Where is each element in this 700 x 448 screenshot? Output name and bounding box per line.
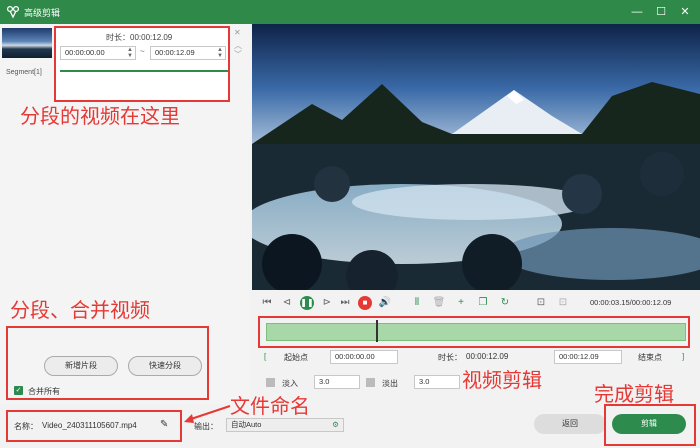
playback-controls: ⏮ ⊲ ❚❚ ⊳ ⏭ ■ 🔊 ⫴ 🗑 + ❐ ↻ ⊡ ⊡ 00:00:03.15… (252, 290, 700, 406)
fade-in-checkbox[interactable] (266, 378, 275, 387)
add-icon[interactable]: + (454, 296, 468, 310)
pause-button[interactable]: ❚❚ (300, 296, 314, 310)
annotation-segments-here: 分段的视频在这里 (20, 104, 180, 128)
set-end-button[interactable]: 结束点 (638, 352, 662, 363)
end-bracket-icon: ] (682, 352, 685, 361)
step-back-icon[interactable]: ⊲ (280, 296, 294, 310)
segment-range-bar (60, 70, 228, 72)
fade-in-value: 3.0 (319, 377, 330, 386)
playhead[interactable] (375, 320, 378, 342)
segment-editor: 时长：00:00:12.09 00:00:00.00 ▲ ▼ ~ 00:00:12… (54, 26, 230, 102)
video-frame-image (252, 24, 700, 290)
copy-icon[interactable]: ❐ (476, 296, 490, 310)
segment-start-field[interactable]: 00:00:00.00 ▲ ▼ (60, 46, 136, 60)
fade-out-label: 淡出 (382, 379, 398, 388)
mark-out-icon[interactable]: ⊡ (556, 296, 570, 310)
duration-value: 00:00:12.09 (466, 352, 509, 361)
add-segment-button[interactable]: 新增片段 (44, 356, 118, 376)
output-value: 自动Auto (231, 420, 262, 429)
merge-all-checkbox[interactable]: ✓ (14, 386, 23, 395)
time-separator: ~ (140, 47, 145, 56)
annotation-arrow-icon (184, 405, 231, 423)
segment-thumbnail[interactable] (2, 28, 52, 58)
fade-out-checkbox[interactable] (366, 378, 375, 387)
time-readout: 00:00:03.15/00:00:12.09 (590, 298, 672, 307)
set-start-button[interactable]: 起始点 (284, 352, 308, 363)
reset-icon[interactable]: ↻ (498, 296, 512, 310)
delete-icon[interactable]: 🗑 (432, 296, 446, 310)
segment-start-value: 00:00:00.00 (65, 48, 105, 57)
start-bracket-icon: [ (264, 352, 267, 361)
name-label: 名称： (14, 422, 38, 431)
minimize-button[interactable]: — (628, 3, 646, 21)
app-logo-icon (6, 5, 20, 19)
skip-end-icon[interactable]: ⏭ (338, 296, 352, 310)
segment-end-field[interactable]: 00:00:12.09 ▲ ▼ (150, 46, 226, 60)
annotation-finish-edit: 完成剪辑 (594, 382, 674, 406)
segment-duration: 时长：00:00:12.09 (106, 33, 173, 42)
annotation-file-naming: 文件命名 (230, 394, 310, 418)
duration-label: 时长： (438, 353, 462, 362)
fade-out-value: 3.0 (419, 377, 430, 386)
start-time-field[interactable]: 00:00:00.00 (330, 350, 398, 364)
file-name-value[interactable]: Video_240311105607.mp4 (42, 421, 137, 430)
stop-button[interactable]: ■ (358, 296, 372, 310)
skip-start-icon[interactable]: ⏮ (260, 296, 274, 310)
segment-label: Segment[1] (6, 69, 42, 76)
move-down-icon[interactable]: ﹀ (234, 49, 242, 60)
fade-out-field[interactable]: 3.0 (414, 375, 460, 389)
timeline-track[interactable] (266, 320, 686, 342)
fade-in-label: 淡入 (282, 379, 298, 388)
quick-split-button[interactable]: 快速分段 (128, 356, 202, 376)
stepper-icon[interactable]: ▲ ▼ (127, 47, 133, 59)
end-time-field[interactable]: 00:00:12.09 (554, 350, 622, 364)
maximize-button[interactable]: ☐ (652, 3, 670, 21)
segment-end-value: 00:00:12.09 (155, 48, 195, 57)
settings-gear-icon[interactable]: ⚙ (332, 419, 339, 431)
cut-button[interactable]: 剪辑 (612, 414, 686, 434)
stepper-icon[interactable]: ▲ ▼ (217, 47, 223, 59)
back-button[interactable]: 返回 (534, 414, 606, 434)
end-time-value: 00:00:12.09 (559, 352, 599, 361)
annotation-video-edit: 视频剪辑 (462, 368, 542, 392)
annotation-split-merge: 分段、合并视频 (10, 298, 150, 322)
start-time-value: 00:00:00.00 (335, 352, 375, 361)
split-icon[interactable]: ⫴ (410, 296, 424, 310)
merge-all-label: 合并所有 (28, 387, 60, 396)
edit-pencil-icon[interactable]: ✎ (160, 419, 168, 430)
bottom-bar: 名称： Video_240311105607.mp4 ✎ 输出： 自动Auto … (0, 394, 700, 448)
window-title: 高级剪辑 (24, 8, 61, 18)
segment-panel: Segment[1] 时长：00:00:12.09 00:00:00.00 ▲ ▼… (0, 24, 250, 404)
title-bar: 高级剪辑 — ☐ ✕ (0, 0, 700, 24)
fade-in-field[interactable]: 3.0 (314, 375, 360, 389)
output-select[interactable]: 自动Auto ⚙ (226, 418, 344, 432)
volume-icon[interactable]: 🔊 (378, 296, 392, 310)
step-forward-icon[interactable]: ⊳ (320, 296, 334, 310)
mark-in-icon[interactable]: ⊡ (534, 296, 548, 310)
video-preview (252, 24, 700, 290)
delete-segment-icon[interactable]: ✕ (234, 28, 241, 37)
close-button[interactable]: ✕ (676, 3, 694, 21)
